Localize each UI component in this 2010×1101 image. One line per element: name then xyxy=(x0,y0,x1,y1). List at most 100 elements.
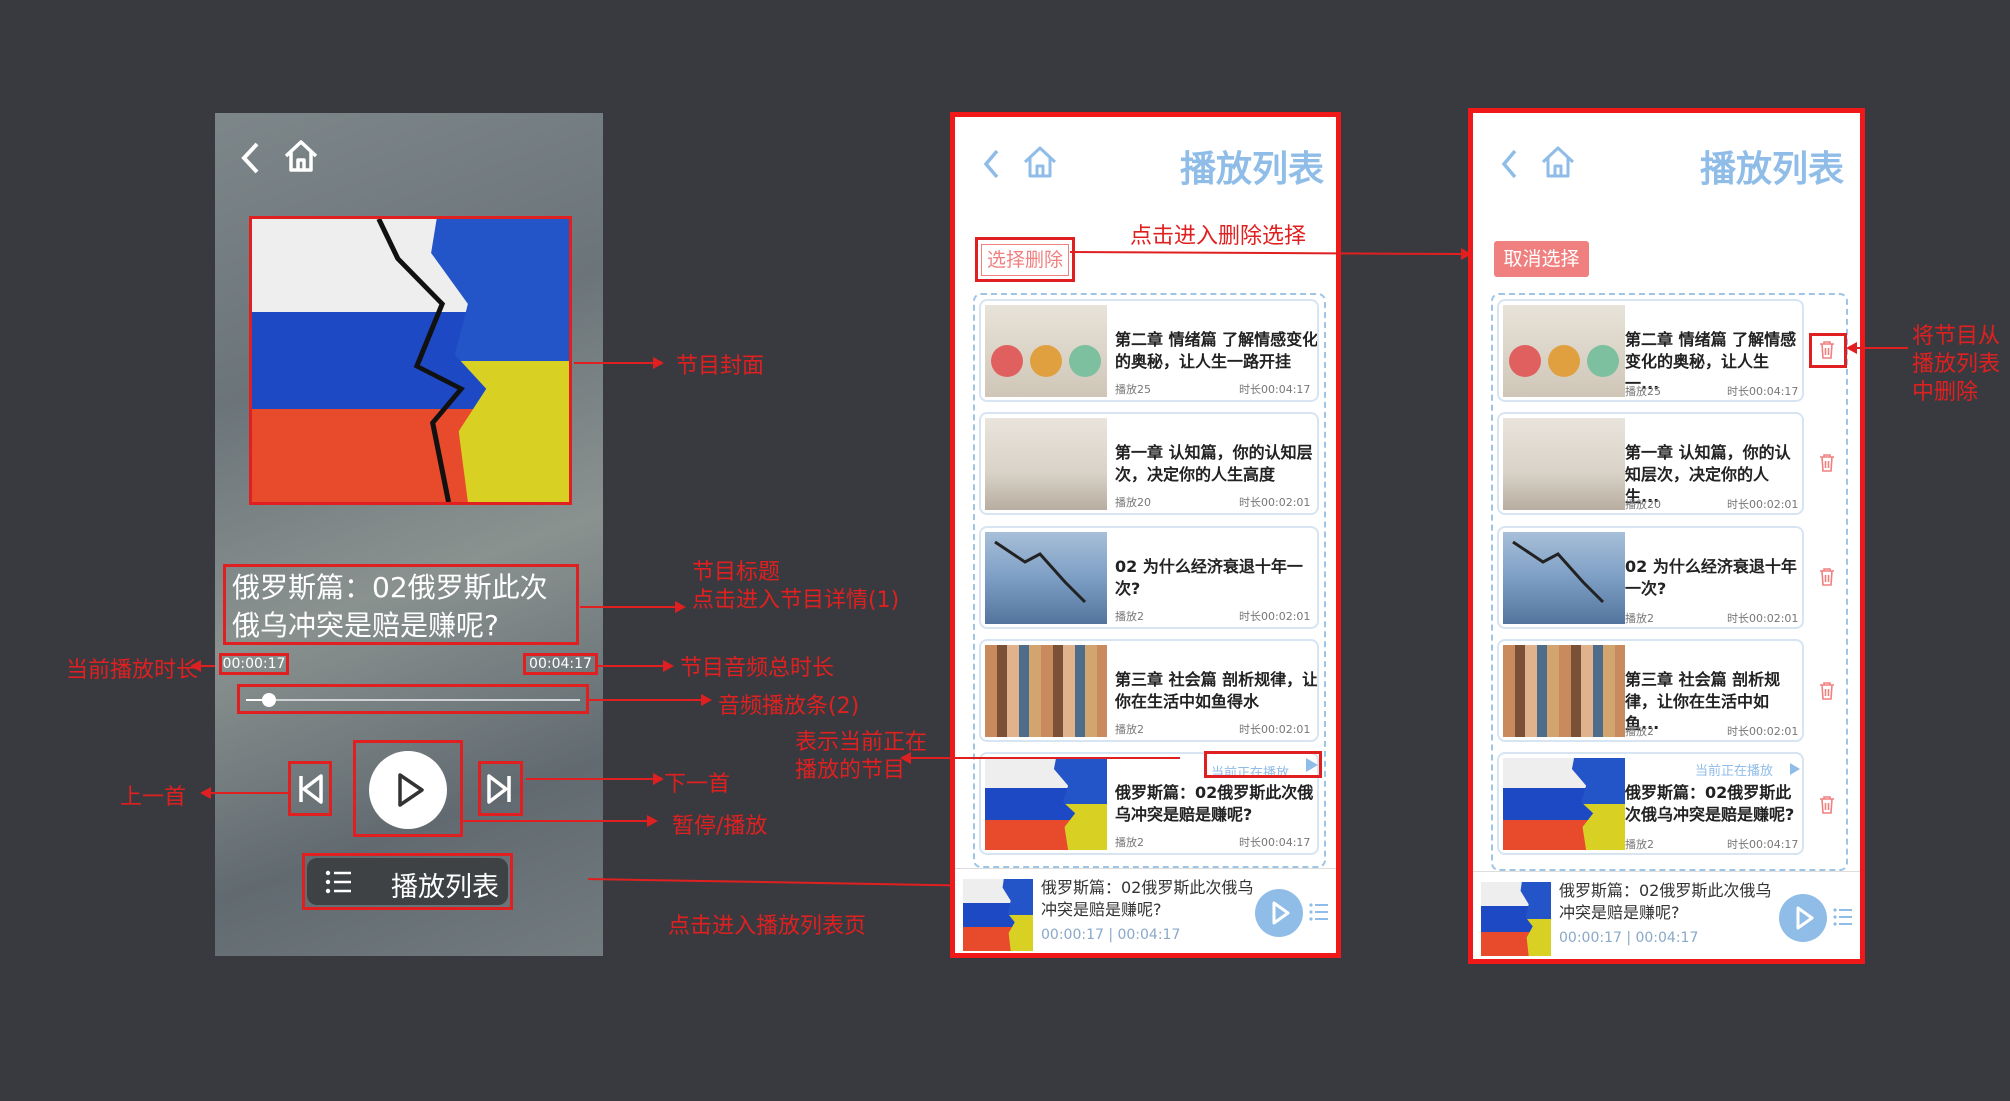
item-thumbnail xyxy=(1503,305,1625,397)
annotation-prev: 上一首 xyxy=(120,785,187,810)
mini-time: 00:00:17 | 00:04:17 xyxy=(1559,930,1699,946)
list-icon xyxy=(325,870,351,894)
annotation-arrow xyxy=(200,787,288,799)
home-icon[interactable] xyxy=(1539,143,1577,181)
play-icon xyxy=(1272,901,1290,925)
skip-next-icon xyxy=(487,774,511,804)
annotation-remove-3: 中删除 xyxy=(1912,380,1979,405)
annotation-next: 下一首 xyxy=(664,772,731,797)
list-item[interactable]: 第二章 情绪篇 了解情感变化的奥秘，让人生一路开挂 播放25 时长00:04:1… xyxy=(979,299,1319,402)
play-pause-button[interactable] xyxy=(353,740,463,837)
item-plays: 播放25 xyxy=(1625,385,1661,398)
list-icon[interactable] xyxy=(1833,908,1853,926)
trash-icon[interactable] xyxy=(1818,340,1836,360)
prev-button[interactable] xyxy=(288,761,332,816)
item-thumbnail xyxy=(985,418,1107,510)
annotation-arrow xyxy=(598,660,674,672)
item-duration: 时长00:04:17 xyxy=(1727,838,1799,851)
item-plays: 播放2 xyxy=(1115,723,1144,736)
play-icon xyxy=(1796,906,1814,930)
item-plays: 播放2 xyxy=(1625,838,1654,851)
list-item[interactable]: 02 为什么经济衰退十年一次? 播放2 时长00:02:01 xyxy=(1497,526,1804,629)
annotation-delete-select: 点击进入删除选择 xyxy=(1130,224,1307,249)
current-time: 00:00:17 xyxy=(219,653,289,675)
annotation-progress: 音频播放条(2) xyxy=(718,694,860,719)
item-plays: 播放20 xyxy=(1625,498,1661,511)
back-icon[interactable] xyxy=(239,140,263,176)
item-thumbnail xyxy=(985,532,1107,624)
item-duration: 时长00:02:01 xyxy=(1727,498,1799,511)
annotation-arrow xyxy=(588,694,712,706)
list-item[interactable]: 第一章 认知篇，你的认知层次，决定你的人生高度 播放20 时长00:02:01 xyxy=(979,412,1319,515)
home-icon[interactable] xyxy=(282,137,320,175)
episode-title[interactable]: 俄罗斯篇：02俄罗斯此次俄乌冲突是赔是赚呢? xyxy=(223,564,579,645)
annotation-arrow xyxy=(463,815,658,827)
playlist-button-frame: 播放列表 xyxy=(302,853,513,910)
mini-title: 俄罗斯篇：02俄罗斯此次俄乌冲突是赔是赚呢? xyxy=(1041,878,1254,919)
playlist-edit-screen: 播放列表 取消选择 第二章 情绪篇 了解情感变化的奥秘，让人生一... 播放25… xyxy=(1468,108,1865,964)
item-thumbnail xyxy=(985,645,1107,737)
mini-player[interactable]: 俄罗斯篇：02俄罗斯此次俄乌冲突是赔是赚呢? 00:00:17 | 00:04:… xyxy=(1473,871,1860,959)
page-title: 播放列表 xyxy=(1700,149,1845,190)
playlist: 第二章 情绪篇 了解情感变化的奥秘，让人生一... 播放25 时长00:04:1… xyxy=(1491,293,1848,871)
list-item[interactable]: 第三章 社会篇 剖析规律，让你在生活中如鱼得水 播放2 时长00:02:01 xyxy=(979,639,1319,742)
list-item[interactable]: 02 为什么经济衰退十年一次? 播放2 时长00:02:01 xyxy=(979,526,1319,629)
annotation-title-2: 点击进入节目详情(1) xyxy=(692,588,900,613)
trash-icon[interactable] xyxy=(1818,795,1836,815)
mini-cover xyxy=(963,879,1033,951)
annotation-play-pause: 暂停/播放 xyxy=(672,814,768,839)
trash-icon[interactable] xyxy=(1818,453,1836,473)
mini-play-button[interactable] xyxy=(1779,894,1827,942)
annotation-total-time: 节目音频总时长 xyxy=(680,656,835,681)
back-icon[interactable] xyxy=(981,147,1003,181)
progress-handle[interactable] xyxy=(262,693,277,707)
item-plays: 播放20 xyxy=(1115,496,1151,509)
item-duration: 时长00:04:17 xyxy=(1239,836,1311,849)
list-item[interactable]: 第三章 社会篇 剖析规律，让你在生活中如鱼... 播放2 时长00:02:01 xyxy=(1497,639,1804,742)
item-title: 第二章 情绪篇 了解情感变化的奥秘，让人生一路开挂 xyxy=(1115,330,1319,371)
annotation-arrow xyxy=(587,878,953,887)
list-item[interactable]: 第二章 情绪篇 了解情感变化的奥秘，让人生一... 播放25 时长00:04:1… xyxy=(1497,299,1804,402)
now-playing-highlight xyxy=(1204,751,1322,778)
total-time: 00:04:17 xyxy=(523,653,598,675)
list-item-now-playing[interactable]: 当前正在播放 俄罗斯篇：02俄罗斯此次俄乌冲突是赔是赚呢? 播放2 时长00:0… xyxy=(1497,752,1804,855)
playlist-button[interactable]: 播放列表 xyxy=(307,858,508,905)
item-title: 第一章 认知篇，你的认知层次，决定你的人生高度 xyxy=(1115,443,1313,484)
annotation-arrow xyxy=(580,601,686,613)
list-item[interactable]: 第一章 认知篇，你的认知层次，决定你的人生... 播放20 时长00:02:01 xyxy=(1497,412,1804,515)
annotation-current-time: 当前播放时长 xyxy=(66,658,199,683)
item-duration: 时长00:04:17 xyxy=(1239,383,1311,396)
play-icon xyxy=(398,773,424,807)
mini-play-button[interactable] xyxy=(1255,889,1303,937)
item-title: 俄罗斯篇：02俄罗斯此次俄乌冲突是赔是赚呢? xyxy=(1115,783,1314,824)
item-duration: 时长00:02:01 xyxy=(1727,612,1799,625)
select-delete-button[interactable]: 选择删除 xyxy=(981,244,1069,276)
now-playing-tag: 当前正在播放 xyxy=(1695,764,1774,779)
item-duration: 时长00:02:01 xyxy=(1239,496,1311,509)
progress-track[interactable] xyxy=(246,699,580,701)
play-triangle-icon xyxy=(1790,763,1800,775)
cancel-select-button[interactable]: 取消选择 xyxy=(1494,241,1589,277)
item-thumbnail xyxy=(1503,532,1625,624)
mini-player[interactable]: 俄罗斯篇：02俄罗斯此次俄乌冲突是赔是赚呢? 00:00:17 | 00:04:… xyxy=(955,868,1336,953)
item-plays: 播放2 xyxy=(1625,725,1654,738)
annotation-arrow xyxy=(900,752,1180,764)
mini-cover xyxy=(1481,882,1551,956)
annotation-arrow xyxy=(574,357,664,369)
item-plays: 播放2 xyxy=(1625,612,1654,625)
progress-bar-frame xyxy=(237,684,589,714)
item-thumbnail xyxy=(985,758,1107,850)
item-duration: 时长00:02:01 xyxy=(1239,610,1311,623)
trash-icon[interactable] xyxy=(1818,567,1836,587)
home-icon[interactable] xyxy=(1021,143,1059,181)
back-icon[interactable] xyxy=(1499,147,1521,181)
annotation-arrow xyxy=(1846,342,1908,354)
trash-icon[interactable] xyxy=(1818,681,1836,701)
next-button[interactable] xyxy=(478,761,523,816)
mini-time: 00:00:17 | 00:04:17 xyxy=(1041,927,1181,943)
item-thumbnail xyxy=(1503,418,1625,510)
list-icon[interactable] xyxy=(1309,903,1329,921)
player-screen: 俄罗斯篇：02俄罗斯此次俄乌冲突是赔是赚呢? 00:00:17 00:04:17… xyxy=(215,113,603,956)
item-plays: 播放25 xyxy=(1115,383,1151,396)
item-title: 02 为什么经济衰退十年一次? xyxy=(1115,557,1303,598)
